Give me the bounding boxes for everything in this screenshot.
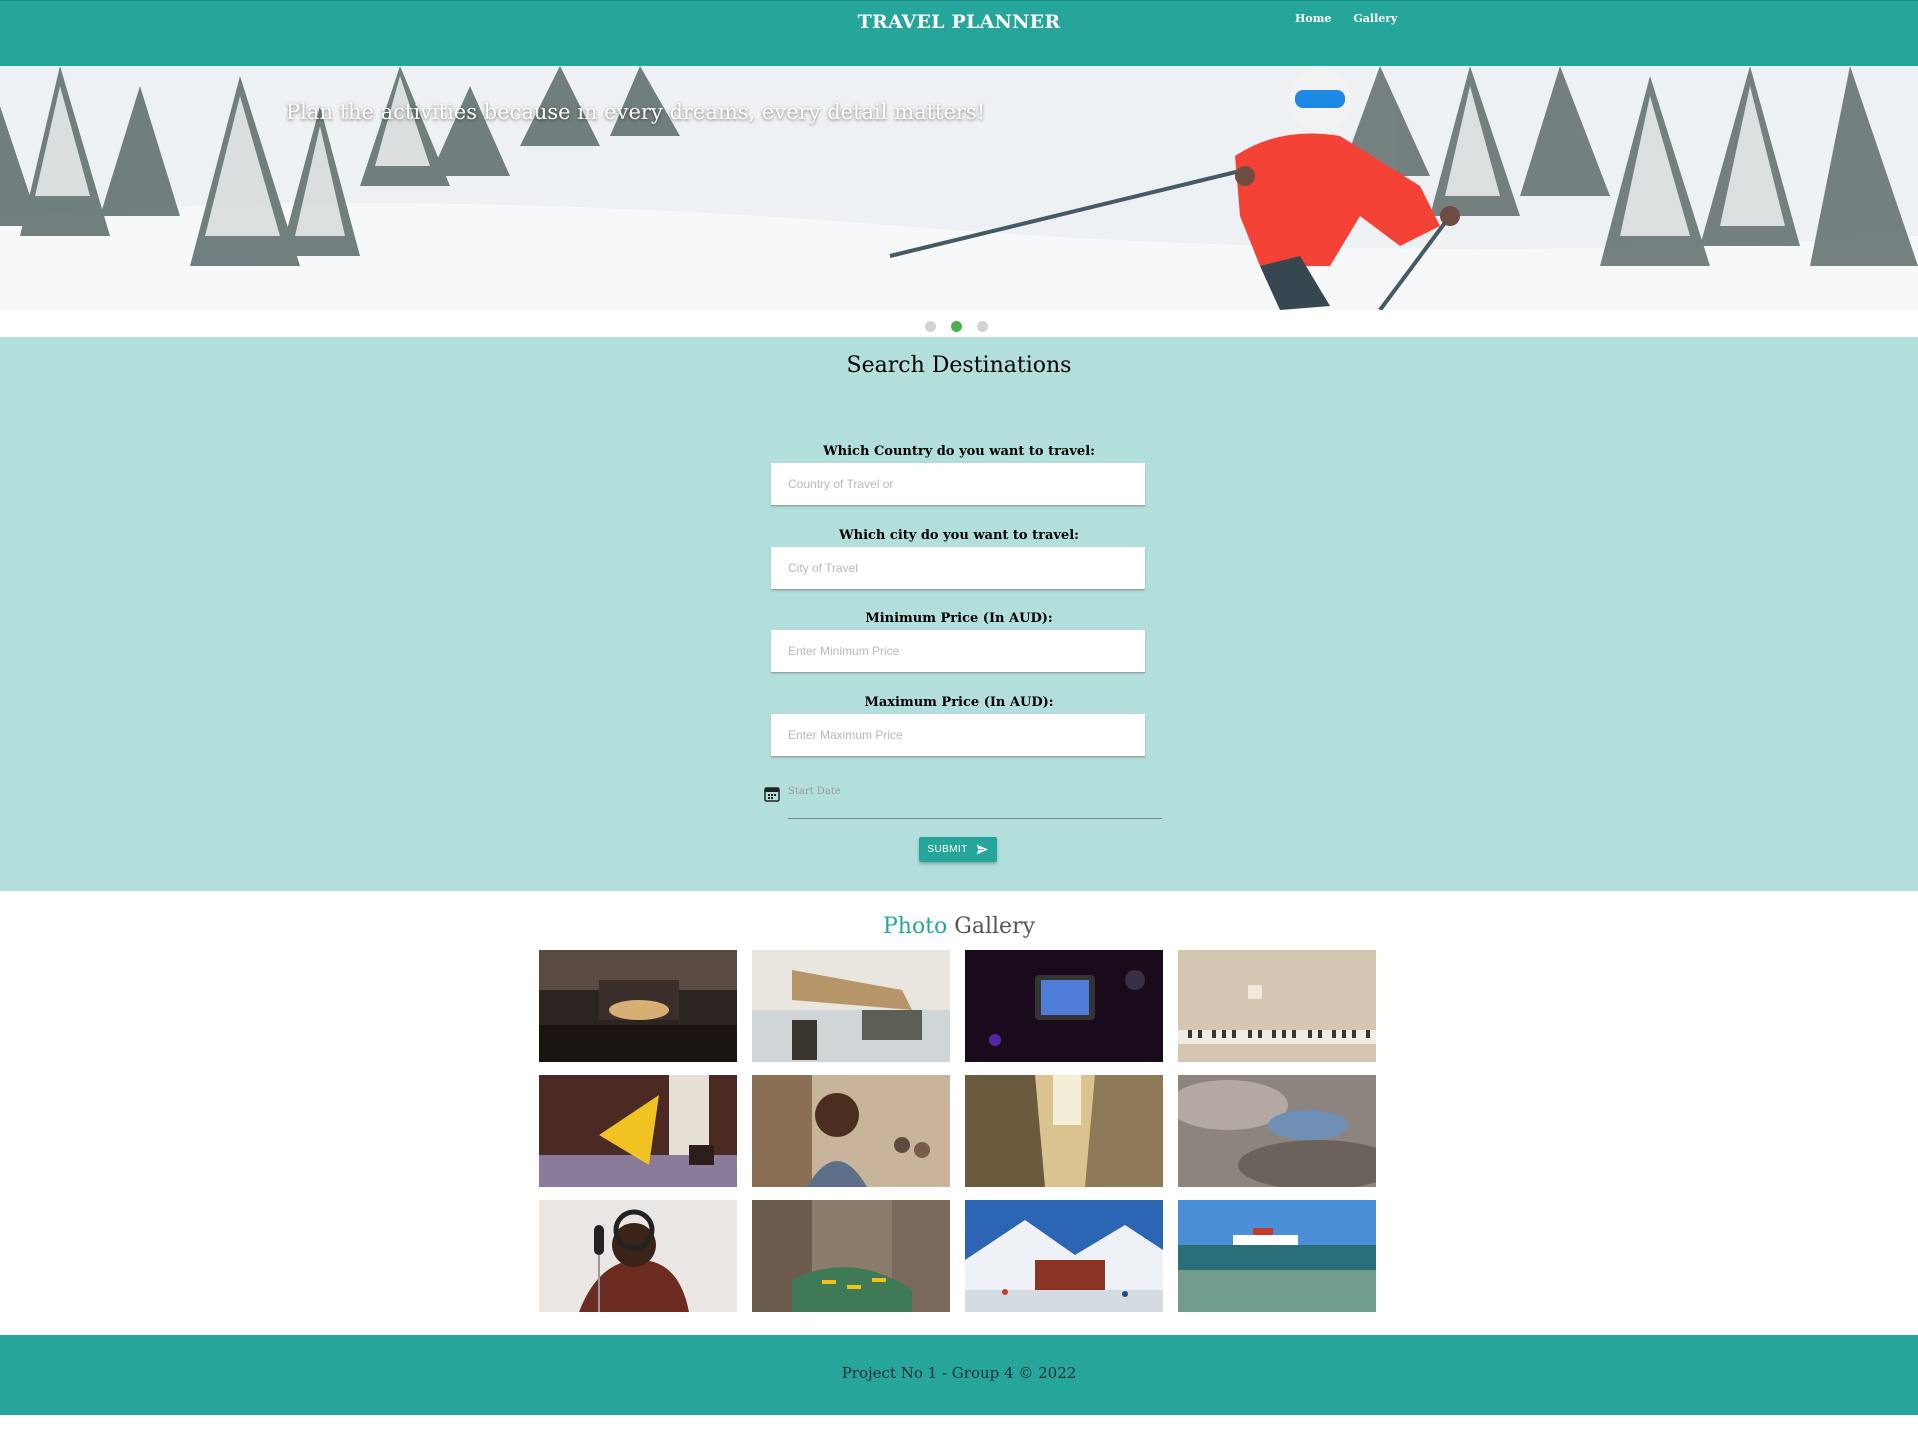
hero-carousel[interactable]: Plan the activities because in every dre… bbox=[0, 66, 1918, 310]
nav-links: Home Gallery bbox=[1295, 12, 1397, 25]
submit-label: SUBMIT bbox=[927, 844, 968, 855]
nav-link-gallery[interactable]: Gallery bbox=[1353, 12, 1397, 25]
kayaks-cliffs-photo[interactable] bbox=[752, 1200, 950, 1312]
airport-traveler-photo[interactable] bbox=[752, 950, 950, 1062]
cruise-ship-sea-photo[interactable] bbox=[1178, 1200, 1376, 1312]
snowy-mountain-resort-photo[interactable] bbox=[965, 1200, 1163, 1312]
start-date-input[interactable] bbox=[788, 781, 1162, 819]
calendar-icon bbox=[764, 787, 780, 802]
search-section: Search Destinations Which Country do you… bbox=[0, 337, 1918, 891]
submit-button[interactable]: SUBMIT bbox=[919, 837, 997, 862]
carousel-indicators bbox=[925, 321, 988, 332]
country-input[interactable] bbox=[771, 463, 1145, 506]
narrow-alley-photo[interactable] bbox=[965, 1075, 1163, 1187]
footer-text: Project No 1 - Group 4 © 2022 bbox=[841, 1364, 1077, 1382]
min-price-input[interactable] bbox=[771, 630, 1145, 673]
smiling-man-street-photo[interactable] bbox=[752, 1075, 950, 1187]
gallery-title: Photo Gallery bbox=[0, 914, 1918, 939]
min-price-label: Minimum Price (In AUD): bbox=[865, 611, 1053, 626]
piano-keys-photo[interactable] bbox=[1178, 950, 1376, 1062]
gallery-title-accent: Photo bbox=[882, 914, 948, 939]
headphones-microphone-photo[interactable] bbox=[539, 1200, 737, 1312]
carousel-dot-2[interactable] bbox=[951, 321, 962, 332]
max-price-label: Maximum Price (In AUD): bbox=[864, 695, 1054, 710]
search-title: Search Destinations bbox=[846, 353, 1072, 378]
nav-link-home[interactable]: Home bbox=[1295, 12, 1331, 25]
hero-caption: Plan the activities because in every dre… bbox=[286, 100, 986, 124]
yellow-umbrella-photo[interactable] bbox=[539, 1075, 737, 1187]
concert-stage-photo[interactable] bbox=[539, 950, 737, 1062]
phone-screen-photo[interactable] bbox=[965, 950, 1163, 1062]
max-price-input[interactable] bbox=[771, 714, 1145, 757]
city-label: Which city do you want to travel: bbox=[839, 528, 1079, 543]
country-label: Which Country do you want to travel: bbox=[823, 444, 1095, 459]
send-icon bbox=[975, 844, 989, 855]
carousel-dot-3[interactable] bbox=[977, 321, 988, 332]
cloudy-sky-photo[interactable] bbox=[1178, 1075, 1376, 1187]
footer: Project No 1 - Group 4 © 2022 bbox=[0, 1335, 1918, 1415]
city-input[interactable] bbox=[771, 547, 1145, 590]
navbar: TRAVEL PLANNER Home Gallery bbox=[0, 0, 1918, 66]
gallery-title-rest: Gallery bbox=[954, 914, 1036, 939]
start-date-field bbox=[764, 781, 1164, 821]
carousel-dot-1[interactable] bbox=[925, 321, 936, 332]
brand-logo[interactable]: TRAVEL PLANNER bbox=[0, 11, 1918, 33]
photo-gallery-grid bbox=[539, 950, 1379, 1312]
